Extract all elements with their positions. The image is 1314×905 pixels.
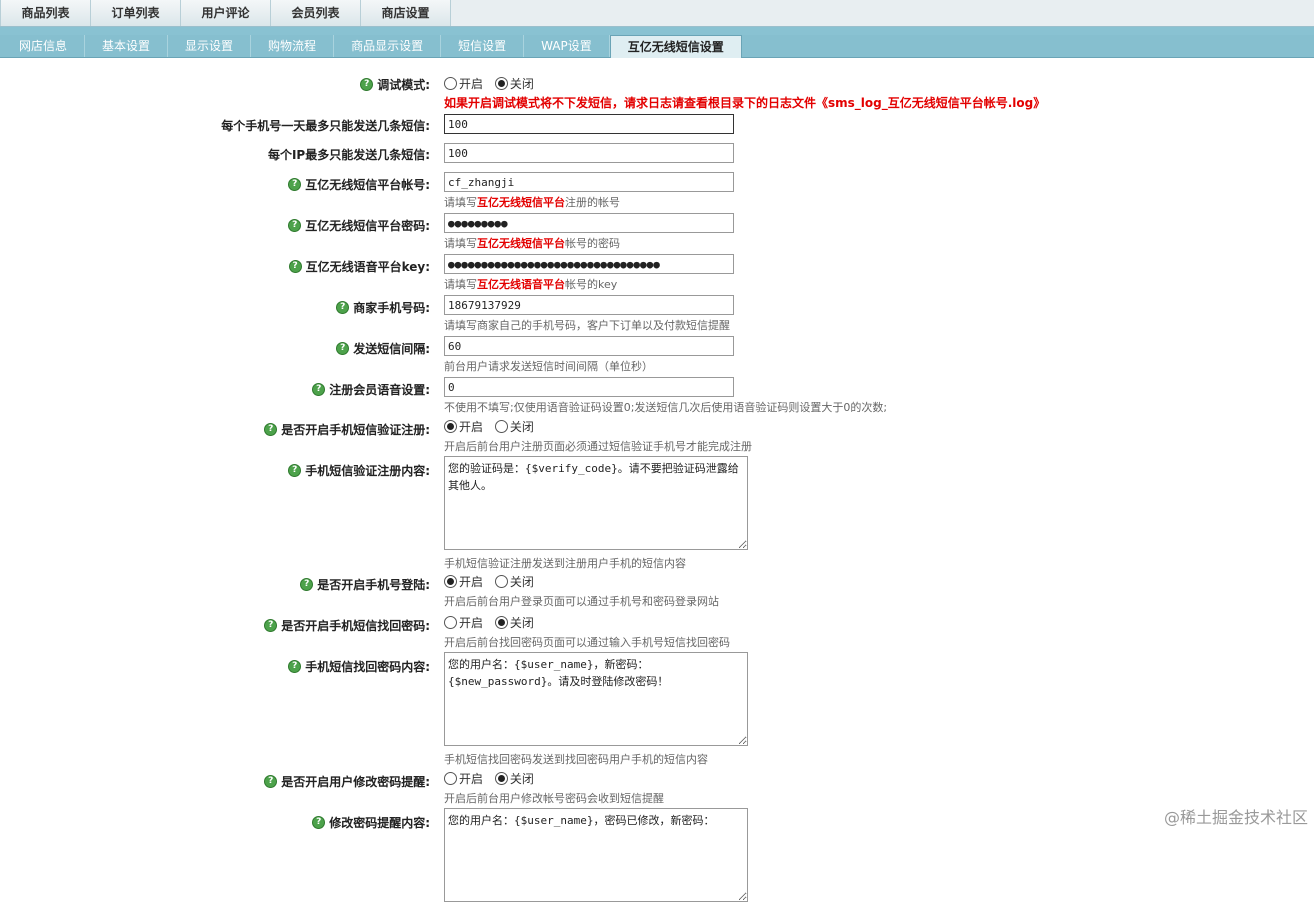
voice-key-input[interactable] [444,254,734,274]
phone-login-on-radio[interactable]: 开启 [444,573,483,590]
sub-nav: 网店信息 基本设置 显示设置 购物流程 商品显示设置 短信设置 WAP设置 互亿… [0,35,1314,58]
header-band [0,27,1314,35]
row-shop-phone: ?商家手机号码: 请填写商家自己的手机号码，客户下订单以及付款短信提醒 [0,295,1314,333]
label-voice-reg: 注册会员语音设置: [329,383,430,397]
help-icon[interactable]: ? [288,178,302,191]
help-icon[interactable]: ? [312,383,326,396]
row-per-phone: 每个手机号一天最多只能发送几条短信: [0,114,1314,140]
interval-note: 前台用户请求发送短信时间间隔（单位秒） [444,360,653,373]
tab-shop-settings[interactable]: 商店设置 [361,0,451,26]
account-input[interactable] [444,172,734,192]
password-note: 请填写互亿无线短信平台帐号的密码 [444,237,620,250]
subtab-huyi-sms[interactable]: 互亿无线短信设置 [609,35,742,58]
shop-phone-note: 请填写商家自己的手机号码，客户下订单以及付款短信提醒 [444,319,730,332]
help-icon[interactable]: ? [264,619,278,632]
remind-content-textarea[interactable]: 您的用户名：{$user_name}，密码已修改，新密码： [444,808,748,902]
row-reg-content: ? 手机短信验证注册内容: 您的验证码是：{$verify_code}。请不要把验… [0,456,1314,570]
label-reg-content: 手机短信验证注册内容: [305,464,430,478]
sms-reg-on-radio[interactable]: 开启 [444,418,483,435]
label-sms-reg: 是否开启手机短信验证注册: [281,423,430,437]
row-voice-reg: ?注册会员语音设置: 不使用不填写;仅使用语音验证码设置0;发送短信几次后使用语… [0,377,1314,415]
debug-on-radio[interactable]: 开启 [444,75,483,92]
sms-reg-note: 开启后前台用户注册页面必须通过短信验证手机号才能完成注册 [444,440,752,453]
help-icon[interactable]: ? [336,301,350,314]
find-pwd-note: 开启后前台找回密码页面可以通过输入手机号短信找回密码 [444,636,730,649]
help-icon[interactable]: ? [288,219,302,232]
label-per-phone: 每个手机号一天最多只能发送几条短信: [221,119,430,133]
top-nav: 商品列表 订单列表 用户评论 会员列表 商店设置 [0,0,1314,27]
pwd-remind-off-radio[interactable]: 关闭 [494,770,534,787]
subtab-sms[interactable]: 短信设置 [441,35,525,57]
find-content-note: 手机短信找回密码发送到找回密码用户手机的短信内容 [444,753,708,766]
row-account: ?互亿无线短信平台帐号: 请填写互亿无线短信平台注册的帐号 [0,172,1314,210]
label-per-ip: 每个IP最多只能发送几条短信: [267,148,430,162]
find-pwd-off-radio[interactable]: 关闭 [494,614,534,631]
help-icon[interactable]: ? [360,78,374,91]
row-voice-key: ?互亿无线语音平台key: 请填写互亿无线语音平台帐号的key [0,254,1314,292]
phone-login-off-radio[interactable]: 关闭 [494,573,534,590]
row-find-content: ? 手机短信找回密码内容: 您的用户名：{$user_name}，新密码：{$ne… [0,652,1314,767]
label-remind-content: 修改密码提醒内容: [329,816,430,830]
account-note: 请填写互亿无线短信平台注册的帐号 [444,196,620,209]
subtab-shopping-flow[interactable]: 购物流程 [251,35,335,57]
tab-order-list[interactable]: 订单列表 [91,0,181,26]
subtab-wap[interactable]: WAP设置 [524,35,610,57]
row-sms-reg: ? 是否开启手机短信验证注册: 开启 关闭 开启后前台用户注册页面必须通过短信验证… [0,418,1314,453]
tab-member-list[interactable]: 会员列表 [271,0,361,26]
debug-warning: 如果开启调试模式将不下发短信，请求日志请查看根目录下的日志文件《sms_log_… [444,96,1046,110]
help-icon[interactable]: ? [288,260,302,273]
voice-key-note: 请填写互亿无线语音平台帐号的key [444,278,618,291]
row-find-pwd: ? 是否开启手机短信找回密码: 开启 关闭 开启后前台找回密码页面可以通过输入手机… [0,614,1314,649]
per-ip-input[interactable] [444,143,734,163]
tab-user-comments[interactable]: 用户评论 [181,0,271,26]
help-icon[interactable]: ? [312,816,326,829]
help-icon[interactable]: ? [264,775,278,788]
reg-content-note: 手机短信验证注册发送到注册用户手机的短信内容 [444,557,686,570]
row-pwd-remind: ? 是否开启用户修改密码提醒: 开启 关闭 开启后前台用户修改帐号密码会收到短信提… [0,770,1314,805]
debug-off-radio[interactable]: 关闭 [494,75,534,92]
voice-reg-note: 不使用不填写;仅使用语音验证码设置0;发送短信几次后使用语音验证码则设置大于0的… [444,401,888,414]
phone-login-note: 开启后前台用户登录页面可以通过手机号和密码登录网站 [444,595,719,608]
find-pwd-on-radio[interactable]: 开启 [444,614,483,631]
watermark: @稀土掘金技术社区 [1163,808,1308,827]
label-find-content: 手机短信找回密码内容: [305,660,430,674]
label-shop-phone: 商家手机号码: [353,301,430,315]
sms-reg-off-radio[interactable]: 关闭 [494,418,534,435]
label-phone-login: 是否开启手机号登陆: [317,578,430,592]
voice-reg-input[interactable] [444,377,734,397]
find-content-textarea[interactable]: 您的用户名：{$user_name}，新密码：{$new_password}。请… [444,652,748,746]
row-debug: ? 调试模式: 开启 关闭 如果开启调试模式将不下发短信，请求日志请查看根目录下的… [0,66,1314,110]
label-pwd-remind: 是否开启用户修改密码提醒: [281,775,430,789]
pwd-remind-on-radio[interactable]: 开启 [444,770,483,787]
subtab-display[interactable]: 显示设置 [168,35,252,57]
per-phone-input[interactable] [444,114,734,134]
row-phone-login: ? 是否开启手机号登陆: 开启 关闭 开启后前台用户登录页面可以通过手机号和密码登… [0,573,1314,611]
label-find-pwd: 是否开启手机短信找回密码: [281,619,430,633]
help-icon[interactable]: ? [288,464,302,477]
settings-form: ? 调试模式: 开启 关闭 如果开启调试模式将不下发短信，请求日志请查看根目录下的… [0,66,1314,902]
label-interval: 发送短信间隔: [353,342,430,356]
row-remind-content: ? 修改密码提醒内容: 您的用户名：{$user_name}，密码已修改，新密码： [0,808,1314,902]
help-icon[interactable]: ? [336,342,350,355]
help-icon[interactable]: ? [300,578,314,591]
row-password: ?互亿无线短信平台密码: 请填写互亿无线短信平台帐号的密码 [0,213,1314,251]
help-icon[interactable]: ? [264,423,278,436]
password-input[interactable] [444,213,734,233]
subtab-basic[interactable]: 基本设置 [85,35,169,57]
row-per-ip: 每个IP最多只能发送几条短信: [0,143,1314,169]
label-password: 互亿无线短信平台密码: [305,219,430,233]
label-account: 互亿无线短信平台帐号: [305,178,430,192]
top-nav-filler [451,0,1314,26]
subtab-shop-info[interactable]: 网店信息 [2,35,86,57]
label-voice-key: 互亿无线语音平台key: [305,260,430,274]
reg-content-textarea[interactable]: 您的验证码是：{$verify_code}。请不要把验证码泄露给其他人。 [444,456,748,550]
row-interval: ?发送短信间隔: 前台用户请求发送短信时间间隔（单位秒） [0,336,1314,374]
interval-input[interactable] [444,336,734,356]
subtab-goods-display[interactable]: 商品显示设置 [334,35,442,57]
label-debug: 调试模式: [377,78,430,92]
help-icon[interactable]: ? [288,660,302,673]
shop-phone-input[interactable] [444,295,734,315]
tab-goods-list[interactable]: 商品列表 [0,0,91,26]
